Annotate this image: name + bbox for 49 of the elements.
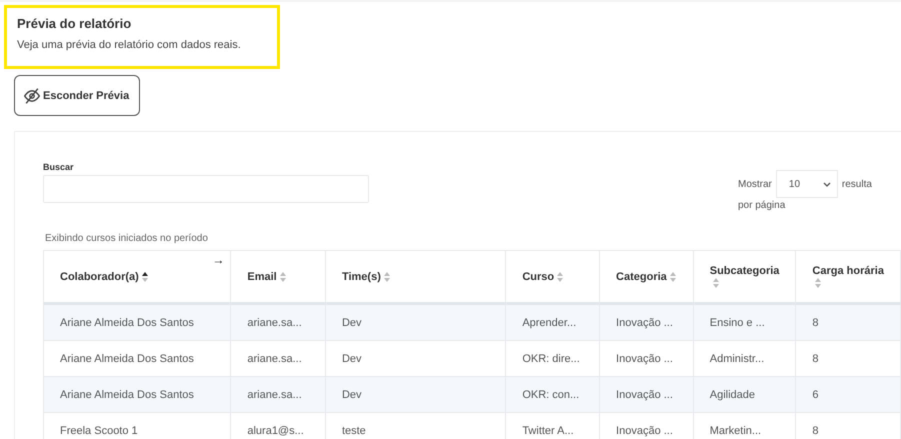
sort-icon[interactable]	[142, 272, 148, 282]
table-cell: 6	[796, 376, 900, 412]
table-cell: 8	[796, 340, 900, 376]
table-cell: Administr...	[693, 340, 796, 376]
table-cell: Ariane Almeida Dos Santos	[44, 304, 231, 340]
scroll-hint: →	[212, 253, 224, 267]
hide-preview-button[interactable]: Esconder Prévia	[14, 75, 140, 116]
section-title: Prévia do relatório	[17, 16, 132, 31]
column-header[interactable]: Email	[247, 270, 277, 282]
table-caption: Exibindo cursos iniciados no período	[45, 233, 209, 244]
table-cell: OKR: con...	[506, 376, 600, 412]
table-cell: Dev	[325, 376, 506, 412]
table-cell: Ariane Almeida Dos Santos	[44, 340, 231, 376]
table-cell: ariane.sa...	[230, 304, 326, 340]
table-cell: Marketin...	[693, 412, 796, 439]
table-cell: Freela Scooto 1	[44, 412, 231, 439]
table-cell: teste	[325, 412, 506, 439]
table-cell: Ensino e ...	[693, 304, 796, 340]
table-cell: ariane.sa...	[230, 340, 326, 376]
table-cell: Dev	[325, 340, 506, 376]
table-cell: alura1@s...	[230, 412, 326, 439]
column-header[interactable]: Colaborador(a)	[60, 270, 139, 282]
column-header[interactable]: Subcategoria	[710, 264, 780, 276]
table-cell: Inovação ...	[600, 340, 694, 376]
search-field[interactable]	[43, 175, 369, 203]
table-cell: Ariane Almeida Dos Santos	[44, 376, 231, 412]
search-label: Buscar	[43, 162, 75, 172]
table-cell: 8	[796, 412, 900, 439]
column-header[interactable]: Curso	[522, 270, 554, 282]
table-cell: Aprender...	[506, 304, 600, 340]
table-cell: 8	[796, 304, 900, 340]
results-label: resulta	[842, 178, 872, 190]
chevron-icon	[822, 182, 831, 186]
column-header[interactable]: Categoria	[616, 270, 667, 282]
table-cell: Inovação ...	[600, 304, 694, 340]
show-label: Mostrar	[738, 178, 772, 190]
column-header[interactable]: Carga horária	[812, 264, 884, 276]
eye-off-icon	[23, 88, 41, 104]
table-cell: Twitter A...	[506, 412, 600, 439]
table-cell: ariane.sa...	[230, 376, 326, 412]
page-size-select[interactable]: 10	[776, 170, 838, 198]
table-cell: OKR: dire...	[506, 340, 600, 376]
per-page-label: por página	[738, 200, 786, 211]
table-cell: Agilidade	[693, 376, 796, 412]
table-cell: Inovação ...	[600, 376, 694, 412]
column-header[interactable]: Time(s)	[342, 270, 381, 282]
table-cell: Inovação ...	[600, 412, 694, 439]
table-cell: Dev	[325, 304, 506, 340]
section-subtitle: Veja uma prévia do relatório com dados reais.	[17, 39, 242, 51]
